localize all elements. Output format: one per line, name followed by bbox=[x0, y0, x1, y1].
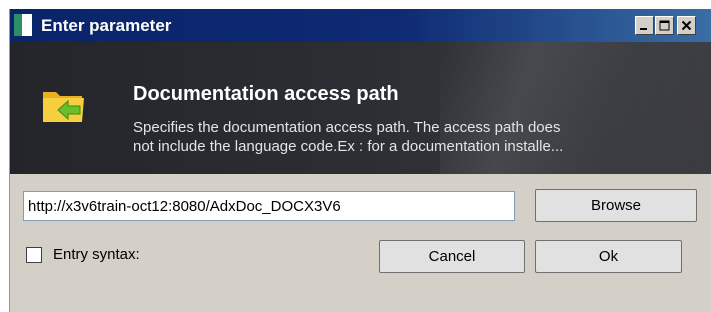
entry-syntax-checkbox[interactable] bbox=[26, 247, 42, 263]
header-description-line: Specifies the documentation access path.… bbox=[133, 119, 561, 136]
browse-button[interactable]: Browse bbox=[535, 189, 697, 222]
maximize-button[interactable] bbox=[655, 16, 674, 35]
close-icon bbox=[681, 20, 692, 31]
header-description-line: not include the language code.Ex : for a… bbox=[133, 138, 564, 155]
app-icon bbox=[14, 14, 32, 36]
ok-button[interactable]: Ok bbox=[535, 240, 682, 273]
window-title: Enter parameter bbox=[41, 16, 172, 35]
maximize-icon bbox=[659, 20, 670, 31]
minimize-icon bbox=[640, 28, 647, 30]
header-description: Specifies the documentation access path.… bbox=[133, 118, 703, 156]
close-button[interactable] bbox=[677, 16, 696, 35]
header-banner: Documentation access path Specifies the … bbox=[10, 42, 711, 174]
dialog-window: Enter parameter Documentation access pat… bbox=[9, 9, 711, 312]
header-title: Documentation access path bbox=[133, 83, 399, 105]
entry-syntax-label: Entry syntax: bbox=[53, 246, 140, 263]
cancel-button[interactable]: Cancel bbox=[379, 240, 525, 273]
title-bar[interactable]: Enter parameter bbox=[10, 9, 711, 42]
minimize-button[interactable] bbox=[635, 16, 654, 35]
folder-arrow-icon bbox=[43, 92, 84, 122]
path-input[interactable] bbox=[23, 191, 515, 221]
